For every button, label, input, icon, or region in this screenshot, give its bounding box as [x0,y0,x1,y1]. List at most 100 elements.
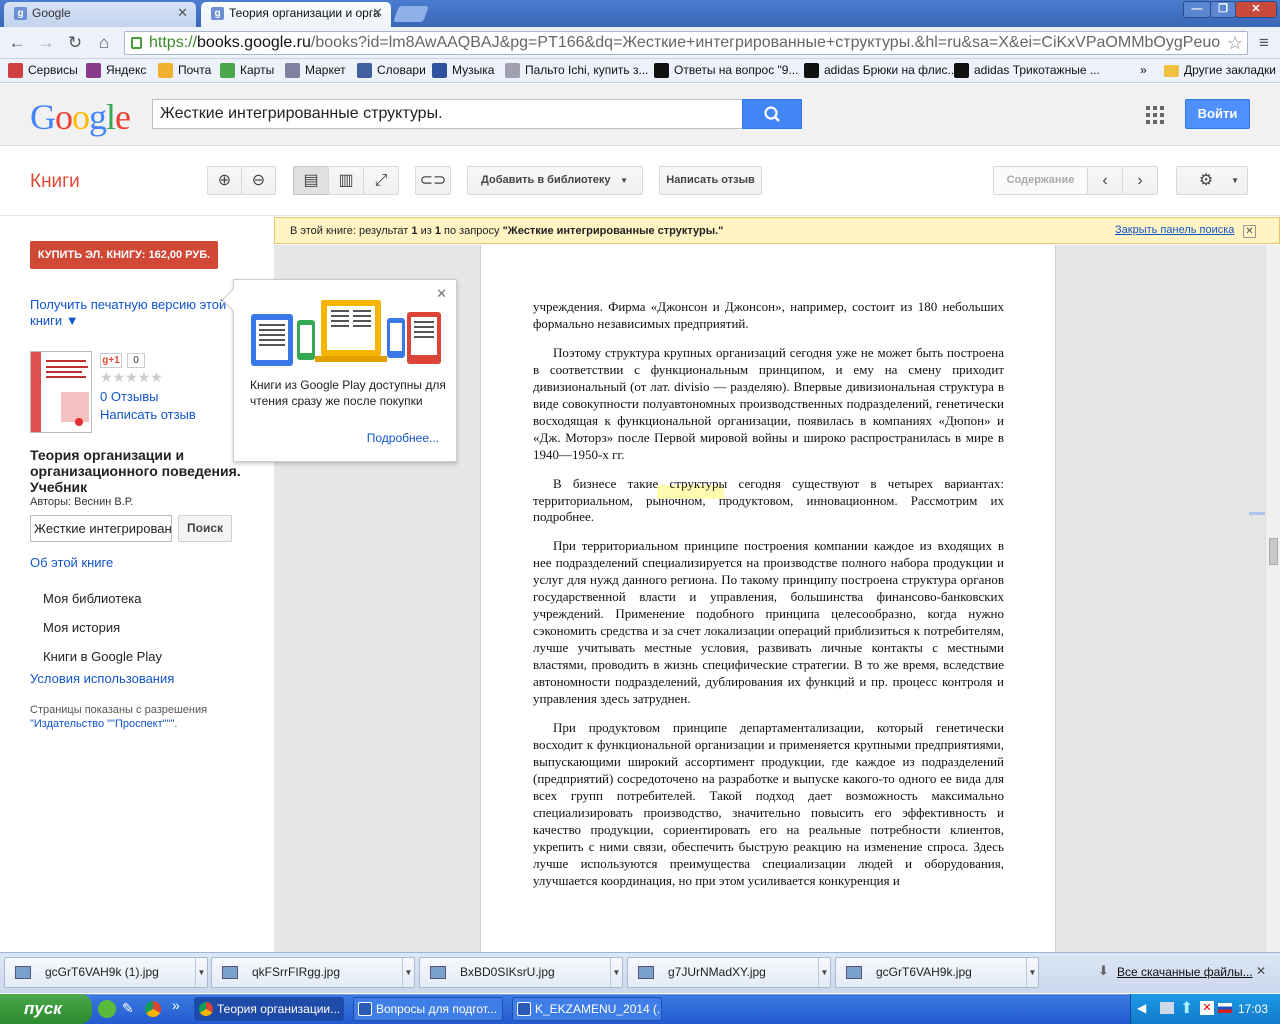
close-tab-icon[interactable]: ✕ [177,5,188,21]
previous-page-button[interactable]: ‹ [1087,166,1123,195]
taskbar-item-word-1[interactable]: Вопросы для подгот... [353,997,503,1021]
address-bar[interactable]: https://books.google.ru/books?id=lm8AwAA… [124,31,1248,55]
bookmark-item[interactable]: Ответы на вопрос "9... [654,63,798,78]
other-bookmarks-folder[interactable]: Другие закладки [1164,63,1276,77]
close-tab-icon[interactable]: ✕ [372,5,383,21]
dropdown-arrow-icon[interactable]: ▼ [610,958,622,987]
pen-icon[interactable]: ✎ [122,1000,138,1018]
bookmark-item[interactable]: Музыка [432,63,495,78]
link-button[interactable]: ⊂⊃ [415,166,451,195]
back-icon[interactable]: ← [6,32,28,54]
more-quicklaunch-icon[interactable]: » [172,997,180,1013]
settings-button[interactable]: ⚙ ▼ [1176,166,1248,195]
bookmark-item[interactable]: Словари [357,63,426,78]
google-logo[interactable]: Google [30,96,131,138]
devices-illustration [251,300,441,366]
dropdown-arrow-icon[interactable]: ▼ [1026,958,1038,987]
zoom-in-button[interactable]: ⊕ [207,166,242,195]
nav-my-library[interactable]: Моя библиотека [43,591,141,606]
download-item[interactable]: qkFSrrFIRgg.jpg ▼ [211,957,415,988]
bookmark-item[interactable]: adidas Брюки на флис... [804,63,957,78]
two-page-view-button[interactable]: ▥ [328,166,364,195]
star-icon[interactable]: ☆ [1223,32,1243,54]
close-search-panel-link[interactable]: Закрыть панель поиска [1115,224,1234,236]
books-section-title[interactable]: Книги [30,171,80,193]
dropdown-arrow-icon[interactable]: ▼ [402,958,414,987]
adidas-icon [954,63,969,78]
tab-book[interactable]: g Теория организации и орга ✕ [201,2,391,27]
bookmark-item[interactable]: Пальто Ichi, купить з... [505,63,649,78]
bookmark-label: Словари [377,63,426,77]
utorrent-icon[interactable] [98,1000,116,1018]
plus-one-count: 0 [127,353,145,368]
terms-link[interactable]: Условия использования [30,671,174,686]
login-button[interactable]: Войти [1185,99,1250,129]
language-flag-icon[interactable] [1218,1003,1232,1013]
bookmark-item[interactable]: Яндекс [86,63,146,78]
next-page-button[interactable]: › [1122,166,1158,195]
bookmark-item[interactable]: Карты [220,63,274,78]
bookmark-item[interactable]: adidas Трикотажные ... [954,63,1100,78]
publisher-link[interactable]: "Издательство ""Проспект""". [30,717,245,731]
network-icon[interactable] [1160,1002,1174,1014]
scrollbar-thumb[interactable] [1269,538,1278,565]
popup-more-link[interactable]: Подробнее... [367,431,439,445]
home-icon[interactable]: ⌂ [93,32,115,54]
single-page-view-button[interactable]: ▤ [293,166,329,195]
tray-arrow-icon[interactable]: ◀ [1137,1001,1146,1015]
write-review-link[interactable]: Написать отзыв [100,407,196,422]
nav-google-play-books[interactable]: Книги в Google Play [43,649,162,664]
new-tab-button[interactable] [393,6,429,22]
contents-button[interactable]: Содержание [993,166,1088,195]
chrome-icon[interactable] [145,1001,161,1017]
download-filename: BxBD0SIKsrU.jpg [460,965,555,979]
rating-stars[interactable]: ★★★★★ [100,369,163,386]
taskbar-item-chrome[interactable]: Теория организации... [194,997,344,1021]
tab-label: Теория организации и орга [229,6,380,20]
dropdown-arrow-icon[interactable]: ▼ [818,958,830,987]
maximize-button[interactable]: ❐ [1210,1,1236,18]
minimize-button[interactable]: — [1183,1,1211,18]
bookmark-item[interactable]: Сервисы [8,63,78,78]
download-item[interactable]: gcGrT6VAH9k (1).jpg ▼ [4,957,208,988]
nav-my-history[interactable]: Моя история [43,620,120,635]
single-page-icon: ▤ [303,172,319,189]
apps-grid-icon[interactable] [1146,106,1164,124]
zoom-out-button[interactable]: ⊖ [241,166,276,195]
taskbar-item-word-2[interactable]: K_EKZAMENU_2014 (... [512,997,662,1021]
fullscreen-button[interactable]: ⤢ [363,166,399,195]
search-input[interactable]: Жесткие интегрированные структуры. [152,99,743,129]
close-icon[interactable]: ✕ [1256,964,1266,978]
all-downloads-link[interactable]: Все скачанные файлы... [1117,965,1253,979]
bookmark-label: Музыка [452,63,495,77]
add-to-library-button[interactable]: Добавить в библиотеку ▼ [467,166,643,195]
in-book-search-button[interactable]: Поиск [178,515,232,542]
write-review-button[interactable]: Написать отзыв [659,166,762,195]
link-icon: ⊂⊃ [419,172,447,189]
close-window-button[interactable]: ✕ [1235,1,1277,18]
reload-icon[interactable]: ↻ [64,32,86,54]
about-book-link[interactable]: Об этой книге [30,555,113,570]
search-button[interactable] [742,99,802,129]
more-bookmarks-button[interactable]: » [1140,63,1147,77]
reviews-link[interactable]: 0 Отзывы [100,389,158,404]
forward-icon[interactable]: → [35,32,57,54]
tab-google[interactable]: g Google ✕ [4,2,196,27]
in-book-search-input[interactable]: Жесткие интегрированные структуры. [30,515,172,542]
download-item[interactable]: g7JUrNMadXY.jpg ▼ [627,957,831,988]
upload-icon[interactable]: ⬆ [1180,998,1193,1018]
buy-ebook-button[interactable]: КУПИТЬ ЭЛ. КНИГУ: 162,00 РУБ. [30,241,218,269]
menu-icon[interactable]: ≡ [1253,32,1275,54]
antivirus-icon[interactable]: ✕ [1200,1001,1214,1015]
bookmark-item[interactable]: Почта [158,63,211,78]
close-icon[interactable]: ✕ [1243,225,1256,238]
scrollbar[interactable] [1265,245,1280,952]
start-button[interactable]: пуск [0,994,92,1024]
print-version-link[interactable]: Получить печатную версию этой книги ▼ [30,297,230,329]
book-cover-thumbnail[interactable] [30,351,92,433]
download-item[interactable]: gcGrT6VAH9k.jpg ▼ [835,957,1039,988]
download-item[interactable]: BxBD0SIKsrU.jpg ▼ [419,957,623,988]
bookmark-item[interactable]: Маркет [285,63,346,78]
dropdown-arrow-icon[interactable]: ▼ [195,958,207,987]
google-plus-one-button[interactable]: g+1 [100,353,122,368]
